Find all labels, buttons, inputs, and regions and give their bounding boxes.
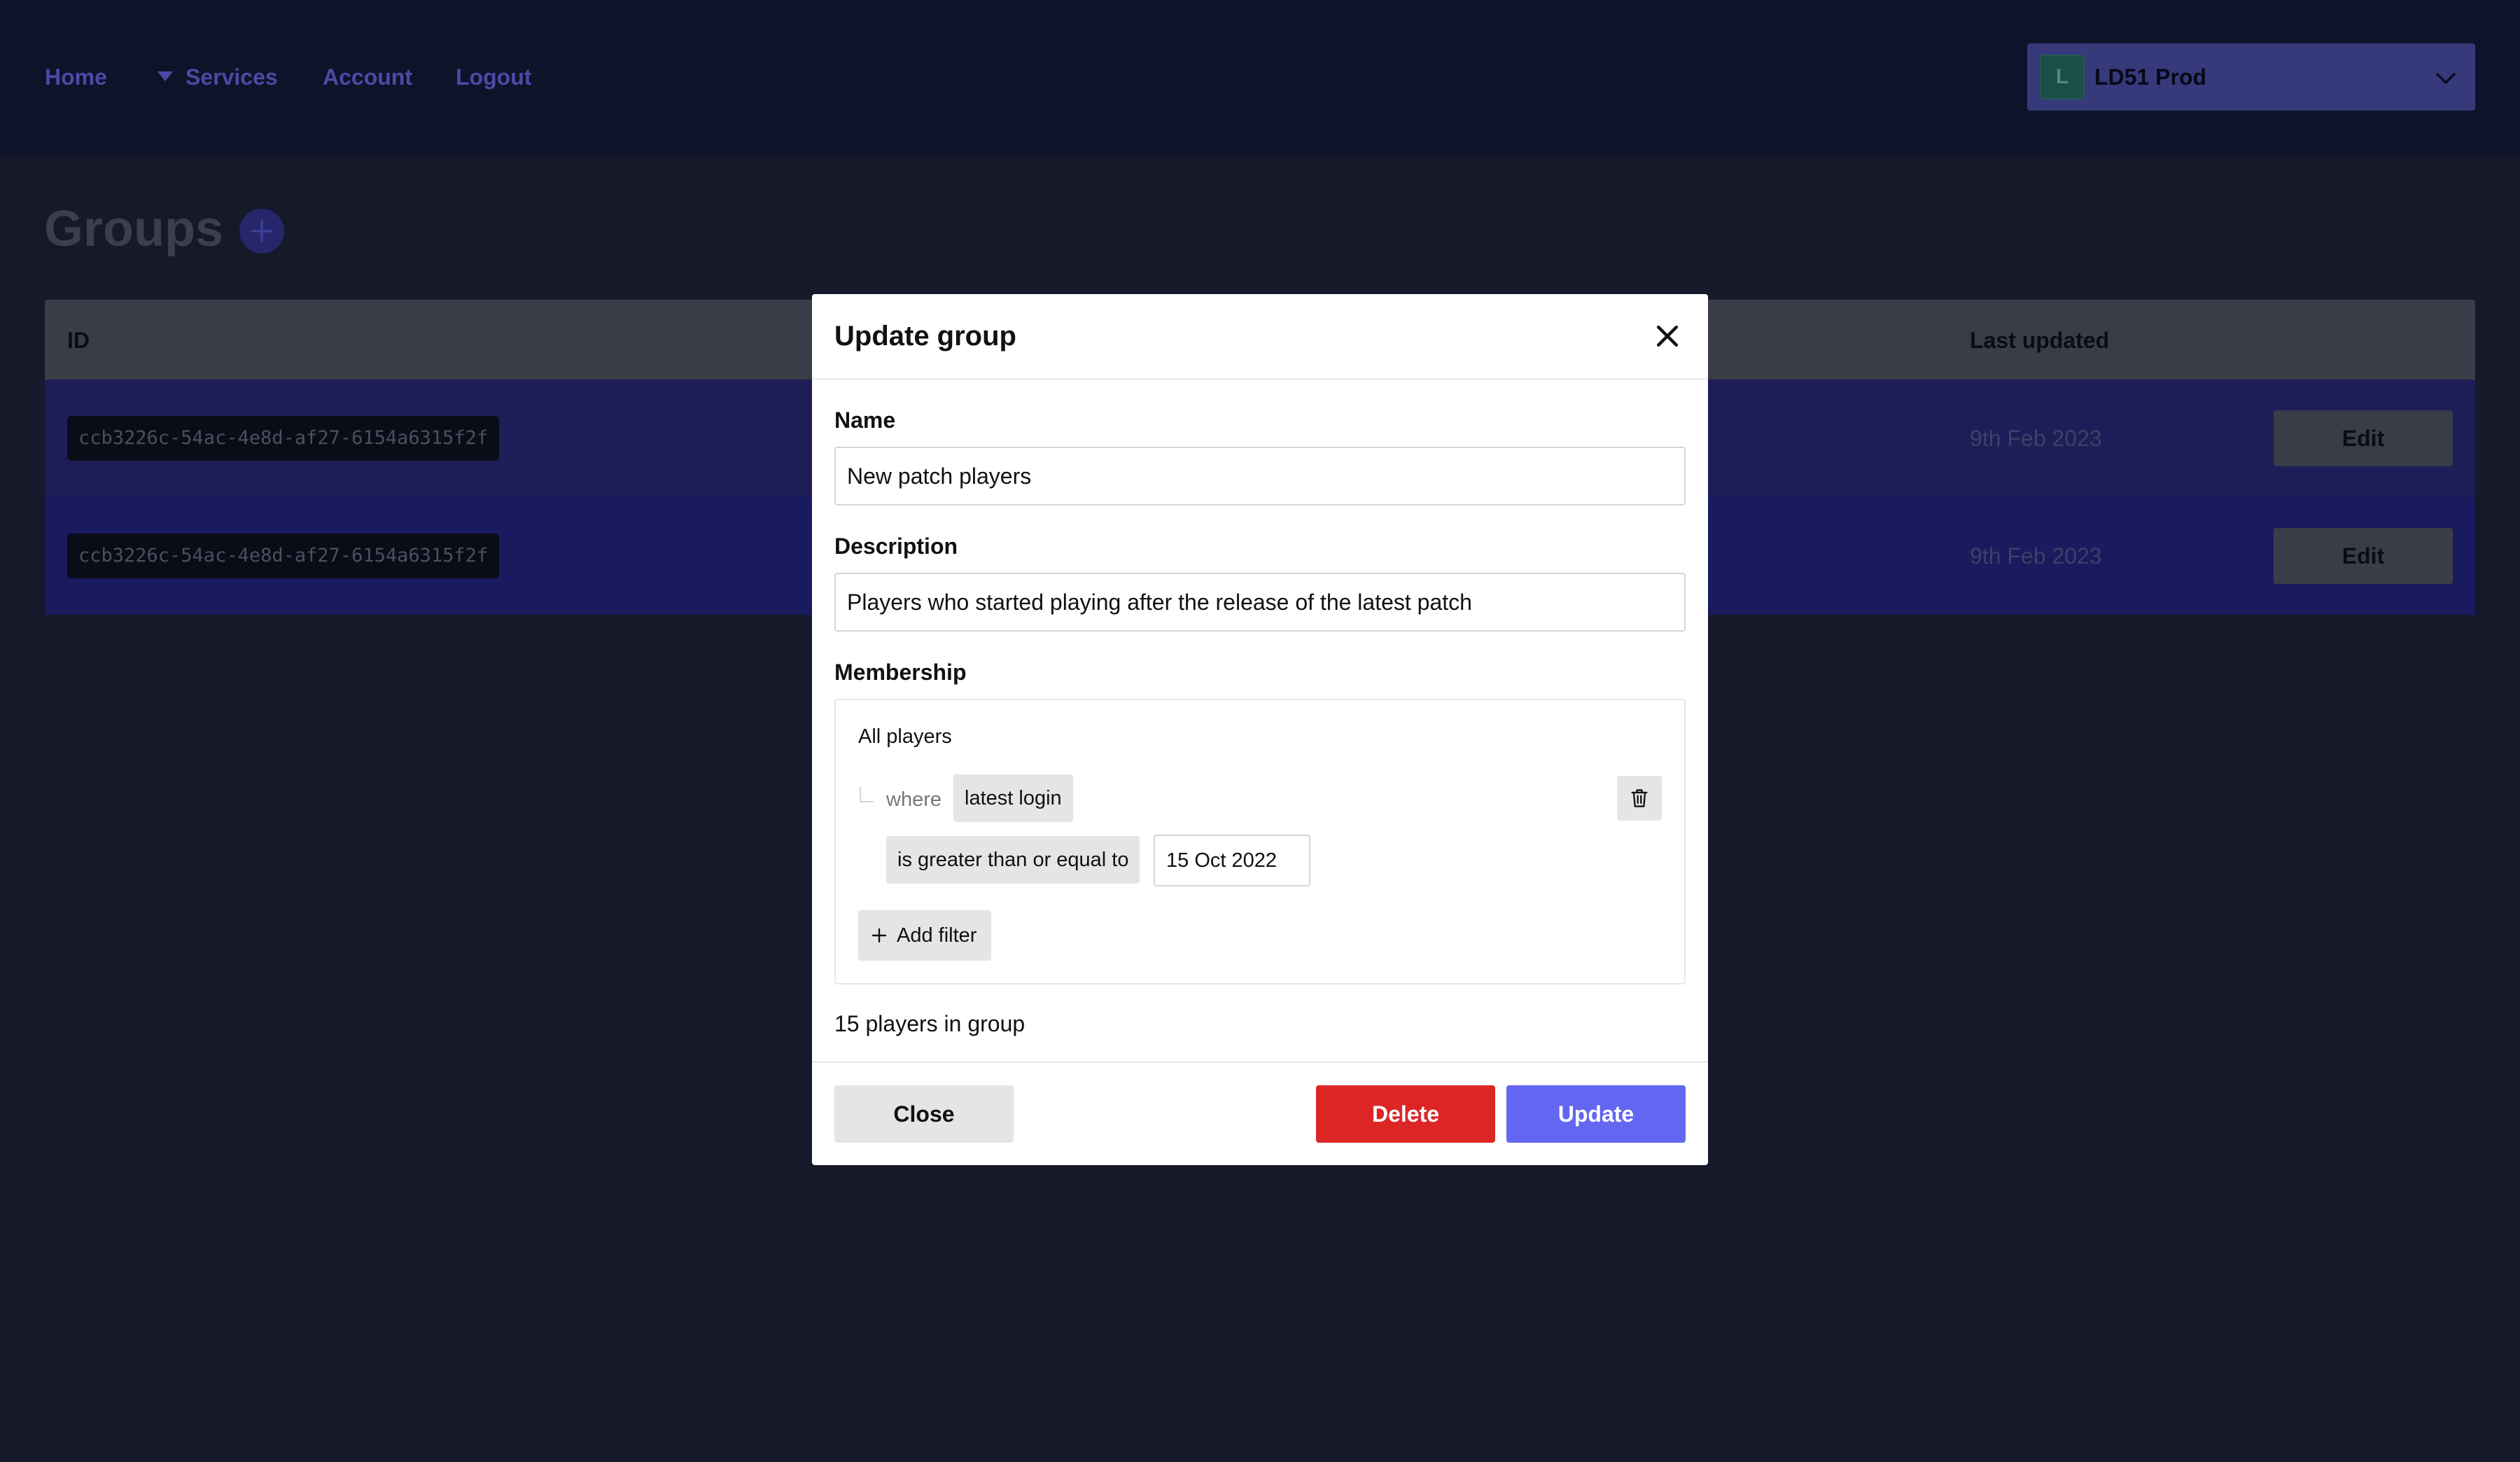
update-button[interactable]: Update [1506, 1085, 1686, 1143]
filter-operator-select[interactable]: is greater than or equal to [886, 836, 1140, 884]
where-label: where [886, 788, 941, 811]
trash-icon [1631, 789, 1648, 807]
filter-date-input[interactable] [1154, 835, 1310, 886]
modal-title: Update group [834, 321, 1016, 351]
close-icon[interactable] [1652, 321, 1683, 351]
update-group-modal: Update group Name Description Membership… [812, 294, 1708, 1165]
modal-header: Update group [812, 294, 1708, 380]
tree-connector [860, 787, 874, 802]
add-filter-button[interactable]: Add filter [858, 910, 991, 961]
membership-scope: All players [858, 725, 952, 748]
filter-property-select[interactable]: latest login [953, 774, 1073, 822]
close-button[interactable]: Close [834, 1085, 1014, 1143]
membership-label: Membership [834, 660, 967, 685]
plus-icon [872, 928, 887, 943]
delete-filter-button[interactable] [1617, 776, 1662, 821]
players-count: 15 players in group [834, 1011, 1026, 1036]
add-filter-label: Add filter [897, 924, 977, 947]
membership-builder: All players where latest login is greate… [834, 699, 1686, 984]
description-input[interactable] [834, 573, 1686, 632]
delete-button[interactable]: Delete [1316, 1085, 1495, 1143]
description-label: Description [834, 534, 958, 559]
modal-footer: Close Delete Update [812, 1061, 1708, 1165]
name-input[interactable] [834, 447, 1686, 506]
name-label: Name [834, 408, 896, 433]
